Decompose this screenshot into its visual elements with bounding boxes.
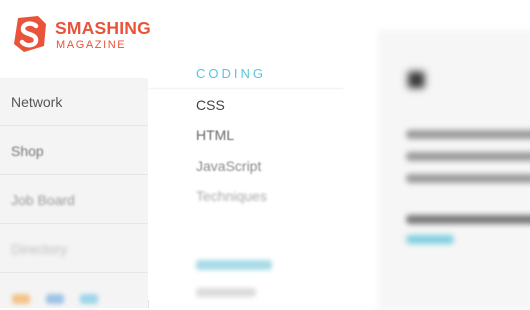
menu-item-techniques[interactable]: Techniques: [196, 188, 267, 204]
logo-subtitle: MAGAZINE: [56, 39, 127, 51]
site-logo[interactable]: SMASHING MAGAZINE: [12, 14, 162, 56]
sidebar-item-label: Directory: [11, 241, 68, 257]
text-line: [406, 215, 530, 224]
social-icon[interactable]: [80, 294, 98, 304]
sidebar-item-job-board[interactable]: Job Board: [0, 176, 148, 224]
logo-wordmark: SMASHING: [55, 18, 151, 38]
social-icon[interactable]: [46, 294, 64, 304]
coding-dropdown-menu: CODING CSS HTML JavaScript Techniques: [148, 60, 358, 300]
smashing-s-icon: [14, 16, 46, 52]
sidebar: Network Shop Job Board Directory: [0, 78, 149, 308]
menu-item-blurred[interactable]: [196, 288, 256, 297]
menu-item-html[interactable]: HTML: [196, 127, 234, 143]
menu-heading-blurred[interactable]: [196, 260, 272, 270]
content-link[interactable]: [406, 235, 454, 244]
page-title-blurred: ■: [406, 60, 427, 98]
menu-heading-coding[interactable]: CODING: [196, 66, 266, 81]
content-panel: ■: [378, 30, 530, 310]
text-line: [406, 130, 530, 139]
social-icon[interactable]: [12, 294, 30, 304]
sidebar-item-network[interactable]: Network: [0, 78, 148, 126]
text-line: [406, 174, 530, 183]
menu-item-javascript[interactable]: JavaScript: [196, 158, 261, 174]
menu-item-css[interactable]: CSS: [196, 97, 225, 113]
menu-divider: [148, 88, 343, 89]
sidebar-item-shop[interactable]: Shop: [0, 127, 148, 175]
text-line: [406, 152, 530, 161]
sidebar-item-label: Shop: [11, 143, 44, 159]
sidebar-item-directory[interactable]: Directory: [0, 225, 148, 273]
sidebar-item-label: Job Board: [11, 192, 75, 208]
sidebar-item-label: Network: [11, 94, 63, 110]
